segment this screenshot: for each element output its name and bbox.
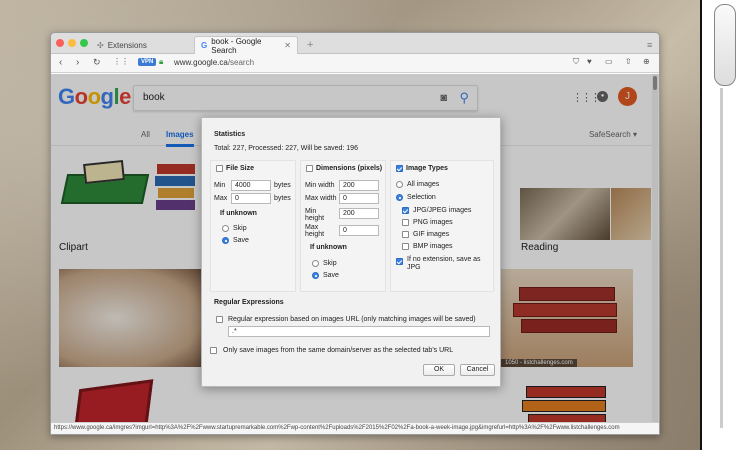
jpg-checkbox[interactable] [402,207,409,214]
same-domain-label: Only save images from the same domain/se… [223,347,454,354]
statistics-text: Total: 227, Processed: 227, Will be save… [214,145,358,152]
max-height-input[interactable]: 0 [339,225,379,236]
file-size-checkbox[interactable] [216,165,223,172]
scroll-track[interactable] [720,88,723,428]
max-width-input[interactable]: 0 [339,193,379,204]
file-size-heading: File Size [226,165,255,172]
close-tab-icon[interactable]: ✕ [284,41,291,50]
file-size-save-radio[interactable] [222,237,229,244]
max-size-label: Max [214,195,228,202]
selection-radio[interactable] [396,194,403,201]
all-images-label: All images [407,181,440,188]
gif-checkbox[interactable] [402,231,409,238]
dimensions-save-label: Save [323,272,339,279]
close-window-button[interactable] [56,39,64,47]
png-label: PNG images [413,219,453,226]
all-images-radio[interactable] [396,181,403,188]
max-size-unit: bytes [274,195,291,202]
no-extension-label-line2: JPG [407,264,421,271]
address-bar[interactable]: www.google.ca/search [174,58,254,67]
max-size-input[interactable]: 0 [231,193,271,204]
navigation-toolbar: ‹ › ↻ ⋮⋮ VPN 🔒︎ www.google.ca/search ⛉ ♥… [51,54,659,73]
download-icon[interactable]: ⊕ [643,57,650,66]
tab-bar: ✣ Extensions G book - Google Search ✕ + … [51,33,659,55]
image-types-heading: Image Types [406,165,448,172]
min-width-input[interactable]: 200 [339,180,379,191]
min-size-label: Min [214,182,226,189]
status-bar-url: https://www.google.ca/imgres?imgurl=http… [51,422,659,434]
file-size-skip-radio[interactable] [222,225,229,232]
min-width-label: Min width [305,182,335,189]
same-domain-checkbox[interactable] [210,347,217,354]
reload-icon[interactable]: ↻ [93,57,101,68]
image-types-panel [390,160,494,292]
speed-dial-icon[interactable]: ⋮⋮ [113,57,129,66]
max-width-label: Max width [305,195,337,202]
regex-heading: Regular Expressions [214,299,284,306]
tab-google-search[interactable]: G book - Google Search ✕ [194,36,298,55]
min-height-label: Min height [305,208,325,222]
min-height-input[interactable]: 200 [339,208,379,219]
minimize-window-button[interactable] [68,39,76,47]
bmp-checkbox[interactable] [402,243,409,250]
new-tab-button[interactable]: + [301,36,319,54]
shield-icon[interactable]: ⛉ [573,57,579,67]
vpn-badge[interactable]: VPN [138,58,157,66]
ok-button[interactable]: OK [423,364,455,376]
snapshot-icon[interactable]: ▭ [605,57,613,66]
dimensions-skip-radio[interactable] [312,260,319,267]
selection-label: Selection [407,194,436,201]
statistics-heading: Statistics [214,131,246,138]
dimensions-checkbox[interactable] [306,165,313,172]
max-height-label: Max height [305,224,325,238]
dimensions-heading: Dimensions (pixels) [316,165,383,172]
png-checkbox[interactable] [402,219,409,226]
lock-icon: 🔒︎ [159,57,164,66]
puzzle-icon: ✣ [97,40,104,50]
heart-icon[interactable]: ♥ [587,57,592,66]
regex-input[interactable]: .* [228,326,490,337]
dimensions-if-unknown: If unknown [310,244,347,251]
bmp-label: BMP images [413,243,453,250]
forward-icon[interactable]: › [76,57,79,68]
no-extension-label-line1: If no extension, save as [407,256,481,263]
cancel-button[interactable]: Cancel [460,364,495,376]
file-size-save-label: Save [233,237,249,244]
regex-checkbox-label: Regular expression based on images URL (… [228,316,476,323]
file-size-if-unknown: If unknown [220,210,257,217]
side-window-edge [700,0,742,450]
dimensions-save-radio[interactable] [312,272,319,279]
dimensions-skip-label: Skip [323,260,337,267]
jpg-label: JPG/JPEG images [413,207,472,214]
zoom-window-button[interactable] [80,39,88,47]
tab-menu-icon[interactable]: ≡ [641,36,658,54]
gif-label: GIF images [413,231,450,238]
google-g-icon: G [201,41,208,50]
tab-extensions[interactable]: ✣ Extensions [91,36,193,54]
scroll-thumb[interactable] [714,4,736,86]
image-types-checkbox[interactable] [396,165,403,172]
back-icon[interactable]: ‹ [59,57,62,68]
share-icon[interactable]: ⇧ [625,57,632,66]
regex-checkbox[interactable] [216,316,223,323]
image-download-settings-dialog: Statistics Total: 227, Processed: 227, W… [201,117,501,387]
file-size-skip-label: Skip [233,225,247,232]
no-extension-checkbox[interactable] [396,258,403,265]
min-size-input[interactable]: 4000 [231,180,271,191]
min-size-unit: bytes [274,182,291,189]
